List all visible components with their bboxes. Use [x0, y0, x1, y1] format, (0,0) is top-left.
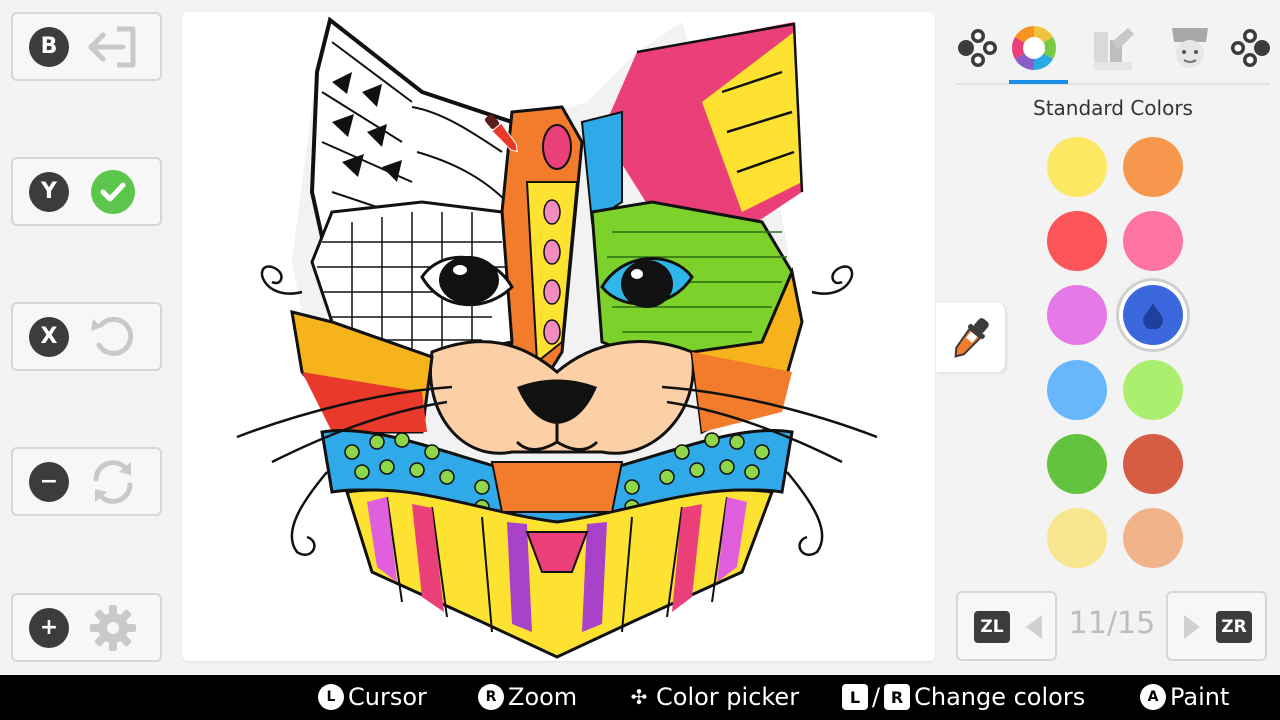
- chevron-right-icon: [1184, 615, 1200, 639]
- droplet-icon: [1143, 303, 1163, 329]
- eyedropper-tool[interactable]: [936, 303, 1005, 372]
- tab-characters[interactable]: [1160, 16, 1220, 80]
- pattern-icon: [1094, 28, 1134, 70]
- drawing-canvas[interactable]: [182, 12, 935, 661]
- color-swatch[interactable]: [1123, 137, 1183, 197]
- undo-button[interactable]: X: [11, 302, 162, 371]
- active-tab-indicator: [1009, 80, 1068, 84]
- hint-cursor-label: Cursor: [348, 683, 427, 711]
- hint-change-colors-label: Change colors: [914, 683, 1086, 711]
- zl-button-glyph: ZL: [974, 611, 1010, 643]
- tab-standard-colors[interactable]: [1004, 16, 1064, 80]
- y-button-glyph: Y: [29, 171, 69, 212]
- color-swatch[interactable]: [1047, 285, 1107, 345]
- hint-zoom: R Zoom: [478, 683, 577, 711]
- chevron-left-icon: [1026, 615, 1042, 639]
- r-button-glyph: R: [884, 684, 911, 710]
- b-button-glyph: B: [29, 26, 69, 67]
- color-swatch[interactable]: [1123, 360, 1183, 420]
- color-swatch[interactable]: [1123, 285, 1183, 345]
- minus-button-glyph: −: [29, 461, 69, 502]
- color-swatch[interactable]: [1047, 434, 1107, 494]
- back-button[interactable]: B: [11, 12, 162, 81]
- hint-cursor: L Cursor: [318, 683, 427, 711]
- settings-button[interactable]: +: [11, 593, 162, 662]
- undo-icon: [85, 309, 141, 365]
- color-swatch[interactable]: [1123, 508, 1183, 568]
- character-icon: [1172, 28, 1208, 68]
- x-button-glyph: X: [29, 316, 69, 357]
- exit-icon: [85, 19, 141, 75]
- color-swatch[interactable]: [1047, 360, 1107, 420]
- palette-title: Standard Colors: [1033, 96, 1193, 120]
- confirm-button[interactable]: Y: [11, 157, 162, 226]
- color-wheel-icon: [1012, 26, 1056, 70]
- next-page-button[interactable]: ZR: [1166, 591, 1267, 661]
- hint-color-picker-label: Color picker: [656, 683, 800, 711]
- plus-button-glyph: +: [29, 607, 69, 648]
- l-stick-glyph: L: [318, 684, 344, 710]
- a-button-glyph: A: [1140, 684, 1166, 710]
- color-swatch[interactable]: [1047, 508, 1107, 568]
- page-counter: 11/15: [1068, 606, 1156, 641]
- hint-separator: /: [872, 683, 881, 711]
- r-stick-glyph: R: [478, 684, 504, 710]
- reset-button[interactable]: −: [11, 447, 162, 516]
- dpad-left-icon: [958, 29, 997, 67]
- hint-change-colors: L / R Change colors: [842, 683, 1085, 711]
- color-swatch[interactable]: [1123, 434, 1183, 494]
- check-icon: [85, 164, 141, 220]
- hint-paint-label: Paint: [1170, 683, 1230, 711]
- hint-color-picker: ✣ Color picker: [626, 683, 799, 711]
- dpad-right-icon: [1231, 29, 1270, 67]
- reset-icon: [85, 454, 141, 510]
- color-swatch[interactable]: [1047, 137, 1107, 197]
- color-swatch[interactable]: [1047, 211, 1107, 271]
- dpad-glyph: ✣: [630, 685, 648, 709]
- gear-icon: [85, 600, 141, 656]
- color-swatch[interactable]: [1123, 211, 1183, 271]
- tab-patterns[interactable]: [1082, 16, 1142, 80]
- tab-nav-left[interactable]: [948, 16, 1008, 80]
- prev-page-button[interactable]: ZL: [956, 591, 1057, 661]
- tab-nav-right[interactable]: [1220, 16, 1280, 80]
- l-button-glyph: L: [842, 684, 868, 710]
- eyedropper-icon: [953, 317, 989, 358]
- control-hints-bar: L Cursor R Zoom ✣ Color picker L / R Cha…: [0, 675, 1280, 720]
- hint-zoom-label: Zoom: [508, 683, 578, 711]
- hint-paint: A Paint: [1140, 683, 1229, 711]
- zr-button-glyph: ZR: [1216, 611, 1252, 643]
- tab-divider: [956, 83, 1270, 85]
- cat-artwork: [236, 16, 878, 659]
